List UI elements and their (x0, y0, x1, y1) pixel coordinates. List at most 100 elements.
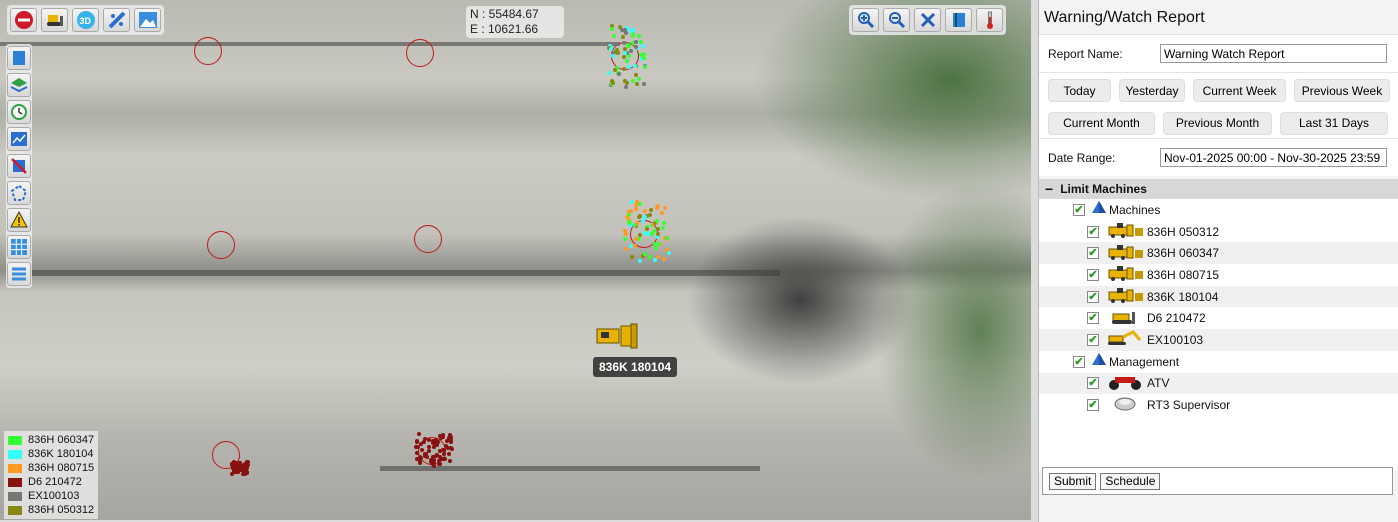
current-month-button[interactable]: Current Month (1048, 111, 1155, 135)
today-button[interactable]: Today (1048, 79, 1111, 102)
track-point (443, 444, 448, 449)
tree-row[interactable]: ✔ D6 210472 (1039, 307, 1398, 329)
map-legend: 836H 060347 836K 180104 836H 080715 D6 2104… (4, 431, 99, 519)
tree-checkbox[interactable]: ✔ (1087, 312, 1099, 325)
management-group-icon (1091, 352, 1107, 371)
history-icon[interactable] (7, 100, 31, 124)
machines-group-icon (1091, 200, 1107, 219)
tree-checkbox[interactable]: ✔ (1087, 333, 1099, 346)
zoom-out-icon[interactable] (883, 8, 910, 32)
tree-checkbox[interactable]: ✔ (1087, 247, 1099, 260)
zoom-in-icon[interactable] (852, 8, 879, 32)
track-point (654, 219, 659, 224)
tree-label: Machines (1109, 202, 1161, 217)
ruler-icon[interactable] (103, 8, 130, 32)
track-point (621, 34, 625, 39)
book-icon[interactable] (945, 8, 972, 32)
track-point (630, 78, 635, 83)
track-point (664, 235, 669, 240)
legend-entry: 836H 060347 (8, 433, 94, 447)
legend-entry: 836H 080715 (8, 461, 94, 475)
loader-icon[interactable] (593, 323, 641, 349)
track-point (641, 82, 646, 87)
yesterday-button[interactable]: Yesterday (1119, 79, 1185, 102)
date-range-label: Date Range: (1048, 150, 1116, 165)
disable-icon[interactable] (7, 154, 31, 178)
tree-row[interactable]: ✔ Management (1039, 351, 1398, 373)
tree-checkbox[interactable]: ✔ (1087, 290, 1099, 303)
warning-circle[interactable] (414, 225, 442, 253)
polygon-icon[interactable] (7, 181, 31, 205)
tree-checkbox[interactable]: ✔ (1087, 225, 1099, 238)
track-point (426, 438, 431, 443)
dozer-icon[interactable] (41, 8, 68, 32)
chart-icon[interactable] (7, 127, 31, 151)
list-icon[interactable] (7, 262, 31, 286)
legend-label: 836H 080715 (28, 462, 95, 474)
stop-icon[interactable] (10, 8, 37, 32)
track-point (628, 243, 633, 248)
tree-row[interactable]: ✔ Machines (1039, 199, 1398, 221)
tree-row[interactable]: ✔ ATV (1039, 372, 1398, 395)
track-point (436, 458, 441, 463)
tree-row[interactable]: ✔ 836H 050312 (1039, 221, 1398, 243)
zoom-extent-icon[interactable] (914, 8, 941, 32)
tree-row[interactable]: ✔ RT3 Supervisor (1039, 394, 1398, 416)
warning-circle[interactable] (406, 39, 434, 67)
track-point (622, 27, 627, 32)
track-point (636, 33, 641, 38)
track-point (422, 436, 427, 441)
schedule-button[interactable]: Schedule (1100, 472, 1161, 490)
machine-icon (1105, 265, 1145, 284)
3d-icon[interactable]: 3D (72, 8, 99, 32)
warning-circle[interactable] (194, 37, 222, 65)
legend-swatch (8, 491, 22, 501)
last-31-days-button[interactable]: Last 31 Days (1280, 111, 1388, 135)
track-point (608, 46, 613, 51)
track-point (443, 456, 448, 461)
report-name-label: Report Name: (1048, 46, 1123, 61)
layers-icon[interactable] (7, 73, 31, 97)
track-point (612, 68, 617, 73)
track-point (636, 214, 641, 219)
terrain-band (0, 42, 620, 46)
tree-label: EX100103 (1147, 332, 1204, 347)
tree-row[interactable]: ✔ 836K 180104 (1039, 285, 1398, 308)
map-icon[interactable] (7, 46, 31, 70)
track-point (654, 235, 659, 240)
previous-week-button[interactable]: Previous Week (1294, 79, 1390, 102)
tree-row[interactable]: ✔ EX100103 (1039, 329, 1398, 351)
image-icon[interactable] (134, 8, 161, 32)
limit-machines-header[interactable]: − Limit Machines (1039, 179, 1398, 199)
tree-label: RT3 Supervisor (1147, 398, 1231, 413)
track-point (617, 24, 622, 29)
track-point (626, 64, 631, 69)
warning-icon[interactable] (7, 208, 31, 232)
tree-row[interactable]: ✔ 836H 060347 (1039, 242, 1398, 265)
collapse-icon[interactable]: − (1045, 181, 1053, 197)
tree-checkbox[interactable]: ✔ (1087, 268, 1099, 281)
warning-circle[interactable] (207, 231, 235, 259)
panel-title: Warning/Watch Report (1044, 9, 1205, 26)
report-name-input[interactable] (1160, 44, 1387, 63)
tree-checkbox[interactable]: ✔ (1087, 377, 1099, 390)
track-point (638, 258, 643, 263)
grid-icon[interactable] (7, 235, 31, 259)
date-range-input[interactable] (1160, 148, 1387, 167)
track-point (662, 220, 667, 225)
track-point (230, 462, 235, 467)
easting: E : 10621.66 (470, 22, 539, 36)
tree-checkbox[interactable]: ✔ (1073, 355, 1085, 368)
track-point (614, 48, 619, 53)
previous-month-button[interactable]: Previous Month (1163, 111, 1272, 135)
tree-checkbox[interactable]: ✔ (1087, 399, 1099, 412)
current-week-button[interactable]: Current Week (1193, 79, 1286, 102)
track-point (648, 212, 653, 217)
site-map[interactable]: 3D N : 55484.67 E : 10621.66 836K 180104… (0, 0, 1031, 520)
tree-checkbox[interactable]: ✔ (1073, 203, 1085, 216)
date-buttons-row2: Current Month Previous Month Last 31 Day… (1039, 108, 1398, 138)
track-point (621, 54, 626, 59)
tree-row[interactable]: ✔ 836H 080715 (1039, 264, 1398, 286)
submit-button[interactable]: Submit (1049, 472, 1097, 490)
thermometer-icon[interactable] (976, 8, 1003, 32)
